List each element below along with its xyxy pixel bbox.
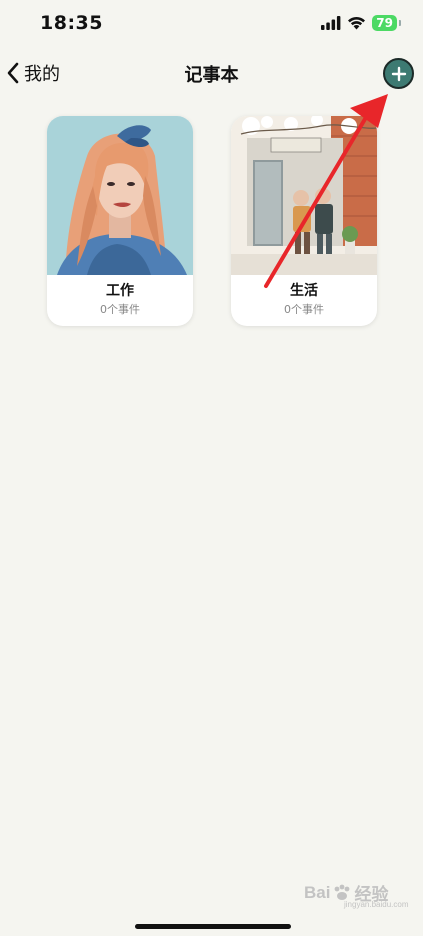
add-notebook-button[interactable] (383, 58, 414, 89)
battery-tip (399, 20, 401, 26)
notebook-card-life[interactable]: 生活 0个事件 (231, 116, 377, 326)
notebook-cover-life (231, 116, 377, 275)
notebook-event-count: 0个事件 (284, 303, 324, 316)
notebook-event-count: 0个事件 (100, 303, 140, 316)
notebook-title: 生活 (290, 283, 318, 299)
page-title: 记事本 (184, 65, 239, 86)
watermark-url: jingyan.baidu.com (344, 900, 409, 909)
status-bar: 18:35 79 (0, 0, 423, 46)
signal-icon (321, 16, 341, 30)
home-indicator (135, 924, 291, 929)
plus-icon (391, 66, 406, 81)
notebook-title: 工作 (106, 283, 134, 299)
watermark: Bai 经验 jingyan.baidu.com (304, 880, 408, 910)
nav-bar: 我的 记事本 (0, 52, 423, 94)
battery-icon: 79 (372, 15, 397, 31)
watermark-brand: Bai (304, 882, 331, 902)
notebook-card-work[interactable]: 工作 0个事件 (47, 116, 193, 326)
wifi-icon (348, 16, 366, 30)
status-time: 18:35 (40, 12, 103, 34)
status-icons: 79 (321, 14, 401, 32)
notebook-cover-work (47, 116, 193, 275)
